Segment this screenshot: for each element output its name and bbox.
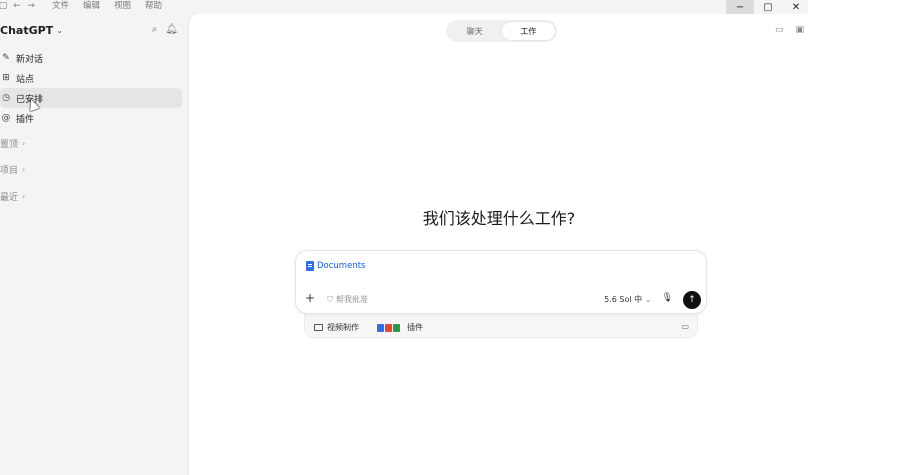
sidebar-item-label: 插件 [16, 114, 35, 125]
sidebar-item-label: 站点 [16, 74, 35, 85]
doc-blue-icon [377, 323, 384, 332]
app-window: ▢ ← → 文件 编辑 视图 帮助 − ▢ ✕ ChatGPT ⌄ ⌕ 🔔︎ ✎… [0, 0, 808, 475]
sidebar-toolbar: ⌕ 🔔︎ [152, 24, 178, 35]
sidebar: ChatGPT ⌄ ⌕ 🔔︎ ✎ 新对话 ⊞ 站点 ◷ 已安排 @ 插件 置顶 … [0, 14, 188, 475]
folder-icon [314, 324, 323, 331]
send-button[interactable]: ↑ [683, 291, 701, 309]
search-icon[interactable]: ⌕ [152, 24, 158, 35]
page-title: 我们该处理什么工作? [422, 209, 576, 228]
documents-chip[interactable]: Documents [306, 261, 365, 271]
panel-icon[interactable]: ▣ [795, 25, 804, 35]
maximize-button[interactable]: ▢ [754, 0, 782, 14]
shield-icon: ⛉ [327, 294, 333, 304]
sidebar-item-plugins[interactable]: @ 插件 [0, 108, 182, 128]
sidebar-nav: ✎ 新对话 ⊞ 站点 ◷ 已安排 @ 插件 [0, 48, 182, 128]
arrow-left-icon[interactable]: ← [10, 1, 24, 11]
menu-edit[interactable]: 编辑 [83, 1, 100, 11]
arrow-right-icon[interactable]: → [24, 1, 38, 11]
clock-icon: ◷ [2, 93, 10, 103]
doc-green-icon [393, 323, 400, 332]
window-icon: ▢ [0, 1, 8, 11]
sidebar-item-sites[interactable]: ⊞ 站点 [0, 68, 182, 88]
chevron-down-icon: ⌄ [56, 26, 63, 35]
menu-help[interactable]: 帮助 [145, 1, 162, 11]
folder-label: 视频制作 [327, 323, 359, 332]
sites-icon: ⊞ [2, 73, 10, 83]
edit-icon: ✎ [2, 53, 10, 63]
menu-bar: ▢ ← → 文件 编辑 视图 帮助 [0, 0, 162, 12]
doc-red-icon [385, 323, 392, 332]
approve-label: 帮我批准 [336, 295, 368, 304]
section-label: 项目 [0, 166, 19, 176]
laptop-icon[interactable]: ▭ [681, 322, 689, 331]
approve-button[interactable]: ⛉ 帮我批准 [327, 294, 368, 305]
brand-title: ChatGPT [0, 24, 54, 37]
sidebar-item-new-chat[interactable]: ✎ 新对话 [0, 48, 182, 68]
add-attachment-button[interactable]: + [305, 292, 315, 304]
mode-toggle: 聊天 工作 [446, 20, 557, 42]
close-button[interactable]: ✕ [782, 0, 810, 14]
model-label: 5.6 Sol 中 [604, 295, 643, 304]
documents-chip-label: Documents [317, 261, 366, 271]
document-icon [306, 261, 314, 271]
tab-chat[interactable]: 聊天 [448, 22, 502, 40]
brand-menu[interactable]: ChatGPT ⌄ [0, 24, 63, 37]
desktop-background [808, 0, 904, 475]
section-label: 置顶 [0, 140, 19, 150]
chevron-right-icon: › [22, 192, 26, 201]
section-projects[interactable]: 项目 › [0, 163, 25, 176]
at-icon: @ [1, 113, 11, 123]
chevron-right-icon: › [22, 165, 26, 174]
sidebar-item-label: 新对话 [16, 54, 44, 65]
folder-selector[interactable]: 视频制作 [314, 322, 359, 333]
section-pinned[interactable]: 置顶 › [0, 137, 25, 150]
tab-work[interactable]: 工作 [501, 22, 555, 40]
composer[interactable]: Documents + ⛉ 帮我批准 5.6 Sol 中 ⌄ 🎙︎ ↑ [295, 250, 707, 314]
menu-file[interactable]: 文件 [52, 1, 69, 11]
chevron-right-icon: › [22, 139, 26, 148]
plugins-label: 插件 [407, 323, 423, 332]
model-selector[interactable]: 5.6 Sol 中 ⌄ [604, 294, 651, 305]
chevron-down-icon: ⌄ [645, 295, 651, 304]
main-panel: 聊天 工作 ▭ ▣ 我们该处理什么工作? Documents + ⛉ 帮我批准 … [188, 14, 808, 475]
image-icon[interactable]: ▭ [775, 25, 784, 35]
minimize-button[interactable]: − [726, 0, 754, 14]
bell-icon[interactable]: 🔔︎ [165, 24, 178, 35]
section-label: 最近 [0, 193, 19, 203]
section-recent[interactable]: 最近 › [0, 190, 25, 203]
plugins-selector[interactable]: 插件 [377, 322, 423, 333]
menu-view[interactable]: 视图 [114, 1, 131, 11]
microphone-icon[interactable]: 🎙︎ [662, 293, 673, 303]
top-right-toolbar: ▭ ▣ [775, 25, 804, 35]
